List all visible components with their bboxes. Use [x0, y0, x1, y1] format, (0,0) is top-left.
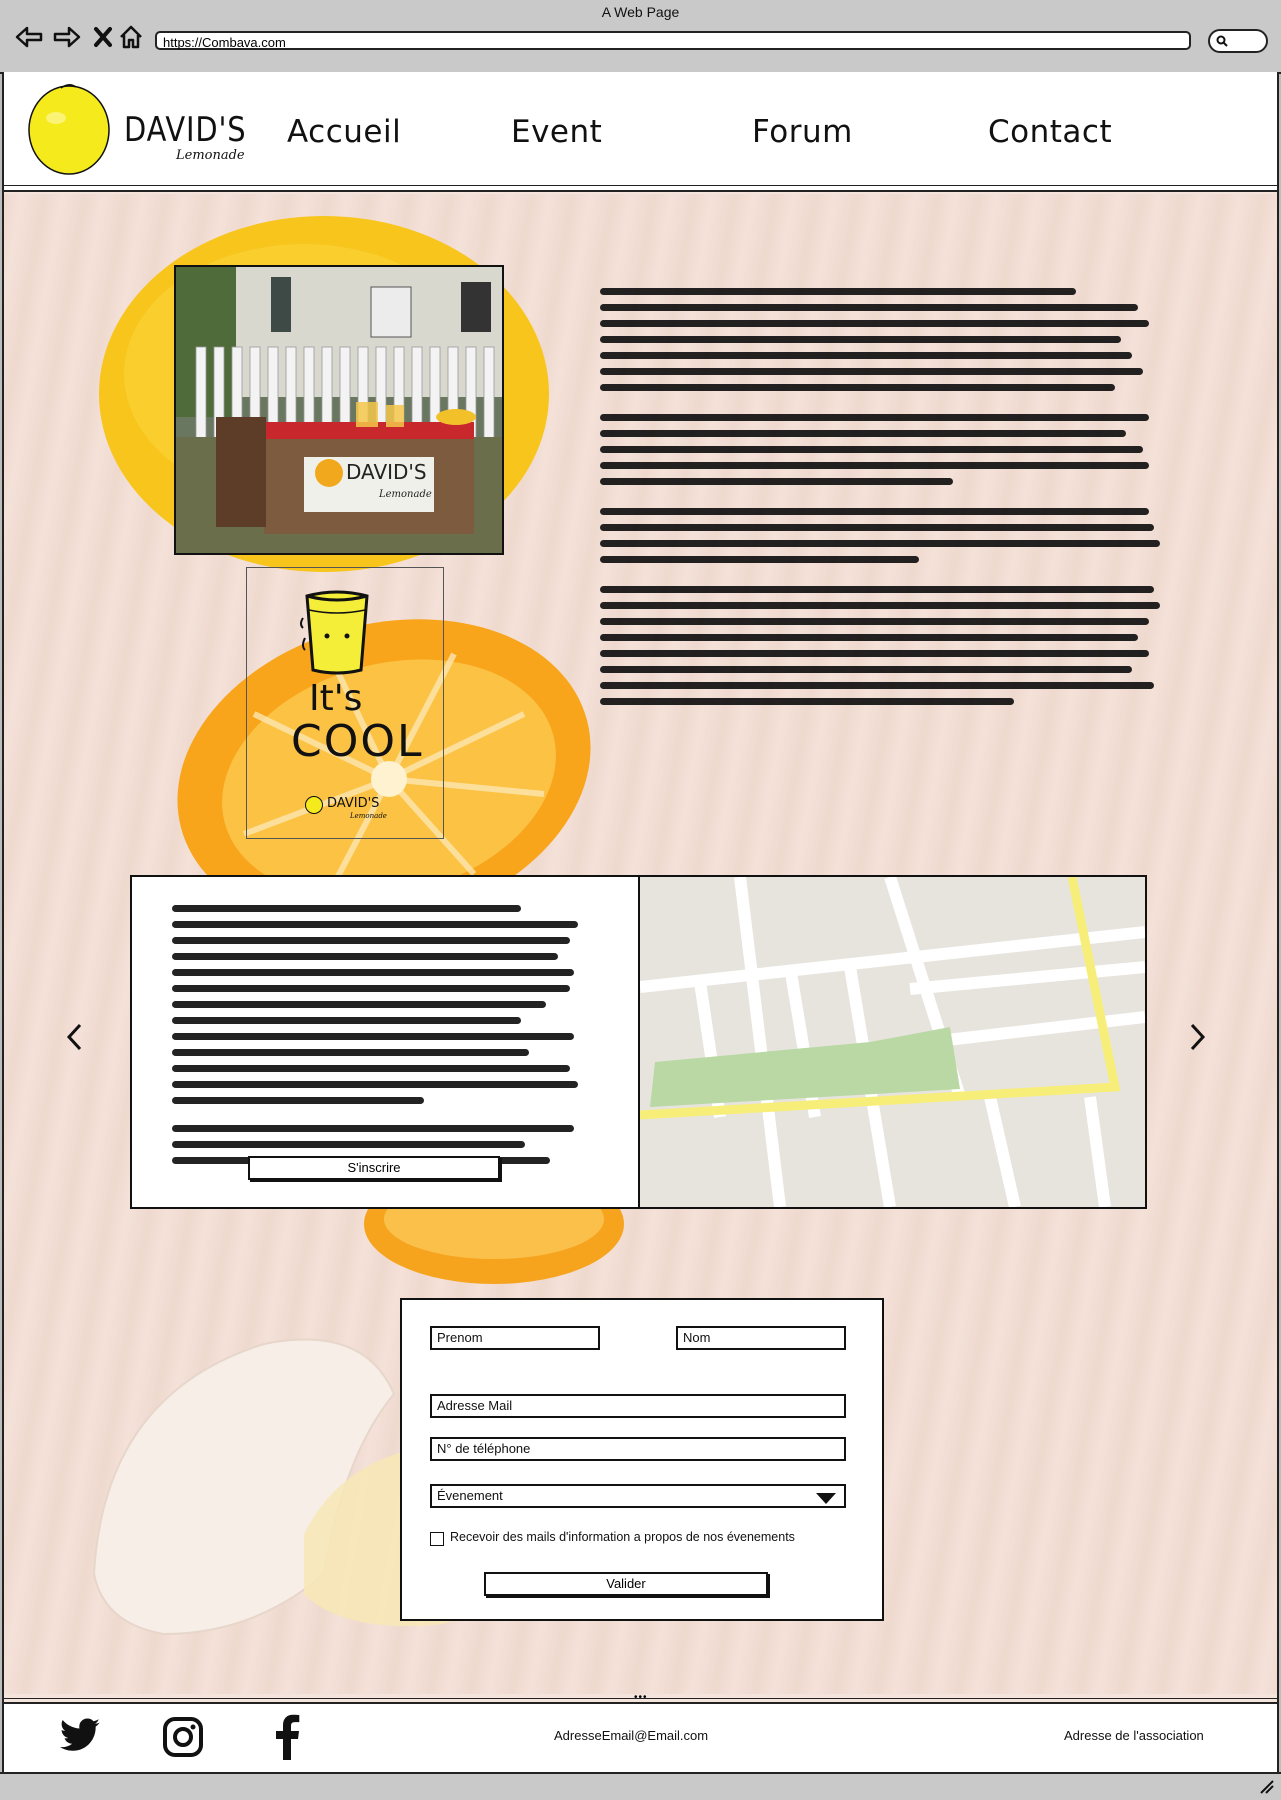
lemonade-stand-illustration: DAVID'S Lemonade [176, 267, 502, 553]
stand-sign-subtitle: Lemonade [378, 489, 432, 500]
nav-forum[interactable]: Forum [752, 114, 853, 150]
submit-button[interactable]: Valider [484, 1572, 768, 1596]
home-icon[interactable] [116, 22, 146, 52]
registration-form: Prenom Nom Adresse Mail N° de téléphone … [400, 1298, 884, 1621]
footer-address: Adresse de l'association [1064, 1728, 1204, 1743]
facebook-icon[interactable] [272, 1712, 302, 1760]
poster-line2: COOL [291, 716, 424, 767]
dropdown-arrow-icon [816, 1493, 836, 1504]
poster-brand: DAVID'S [327, 796, 380, 811]
close-icon[interactable] [88, 22, 118, 52]
paragraph-1 [600, 288, 1160, 391]
brand-name: DAVID'S [124, 110, 247, 150]
newsletter-checkbox[interactable] [430, 1532, 444, 1546]
map-illustration [640, 877, 1145, 1207]
lemonade-stand-photo: DAVID'S Lemonade [174, 265, 504, 555]
signup-button[interactable]: S'inscrire [248, 1156, 500, 1180]
site-footer: ••• AdresseEmail@Email.com Adresse de l'… [4, 1692, 1277, 1772]
stand-sign-text: DAVID'S [346, 460, 427, 484]
nav-event[interactable]: Event [511, 114, 602, 150]
event-select-value: Évenement [437, 1488, 503, 1503]
nav-contact[interactable]: Contact [988, 114, 1112, 150]
carousel-prev-arrow[interactable] [64, 1022, 86, 1057]
email-input[interactable]: Adresse Mail [430, 1394, 846, 1418]
prenom-input[interactable]: Prenom [430, 1326, 600, 1350]
carousel-next-arrow[interactable] [1186, 1022, 1208, 1057]
instagram-icon[interactable] [162, 1716, 204, 1758]
chevron-right-icon [1190, 1023, 1206, 1051]
browser-status-bar [0, 1772, 1281, 1800]
site-header: DAVID'S Lemonade Accueil Event Forum Con… [4, 72, 1277, 203]
paragraph-2 [600, 414, 1160, 485]
poster-brand-sub: Lemonade [350, 812, 387, 820]
nom-input[interactable]: Nom [676, 1326, 846, 1350]
event-text [172, 905, 578, 1173]
nav-accueil[interactable]: Accueil [287, 114, 401, 150]
event-location-map[interactable] [640, 877, 1145, 1207]
poster-line1: It's [309, 678, 363, 719]
chevron-left-icon [66, 1023, 82, 1051]
its-cool-poster: It's COOL DAVID'S Lemonade [246, 567, 444, 839]
event-description-card: S'inscrire [132, 877, 640, 1207]
url-bar[interactable]: https://Combava.com [155, 31, 1191, 50]
window-title: A Web Page [601, 4, 680, 20]
newsletter-label: Recevoir des mails d'information a propo… [450, 1530, 795, 1544]
twitter-icon[interactable] [58, 1718, 102, 1754]
poster-lemon-icon [305, 796, 323, 814]
intro-text-block [600, 288, 1160, 714]
back-icon[interactable] [14, 22, 44, 52]
paragraph-3 [600, 508, 1160, 563]
lemonade-glass-icon [300, 590, 369, 675]
browser-search-field[interactable] [1208, 29, 1268, 53]
brand-logo[interactable]: DAVID'S Lemonade [26, 80, 246, 176]
footer-email[interactable]: AdresseEmail@Email.com [554, 1728, 708, 1743]
event-select[interactable]: Évenement [430, 1484, 846, 1508]
event-carousel-slide: S'inscrire [130, 875, 1147, 1209]
browser-chrome: A Web Page https://Combava.com [0, 0, 1281, 74]
resize-grip-bottom: ••• [634, 1692, 648, 1703]
phone-input[interactable]: N° de téléphone [430, 1437, 846, 1461]
search-icon [1216, 35, 1228, 47]
resize-handle-icon[interactable] [1259, 1780, 1275, 1794]
paragraph-4 [600, 586, 1160, 705]
brand-subtitle: Lemonade [176, 148, 245, 163]
lemon-logo-icon [28, 84, 110, 175]
forward-icon[interactable] [52, 22, 82, 52]
page-viewport: DAVID'S Lemonade Accueil Event Forum Con… [2, 72, 1279, 1772]
